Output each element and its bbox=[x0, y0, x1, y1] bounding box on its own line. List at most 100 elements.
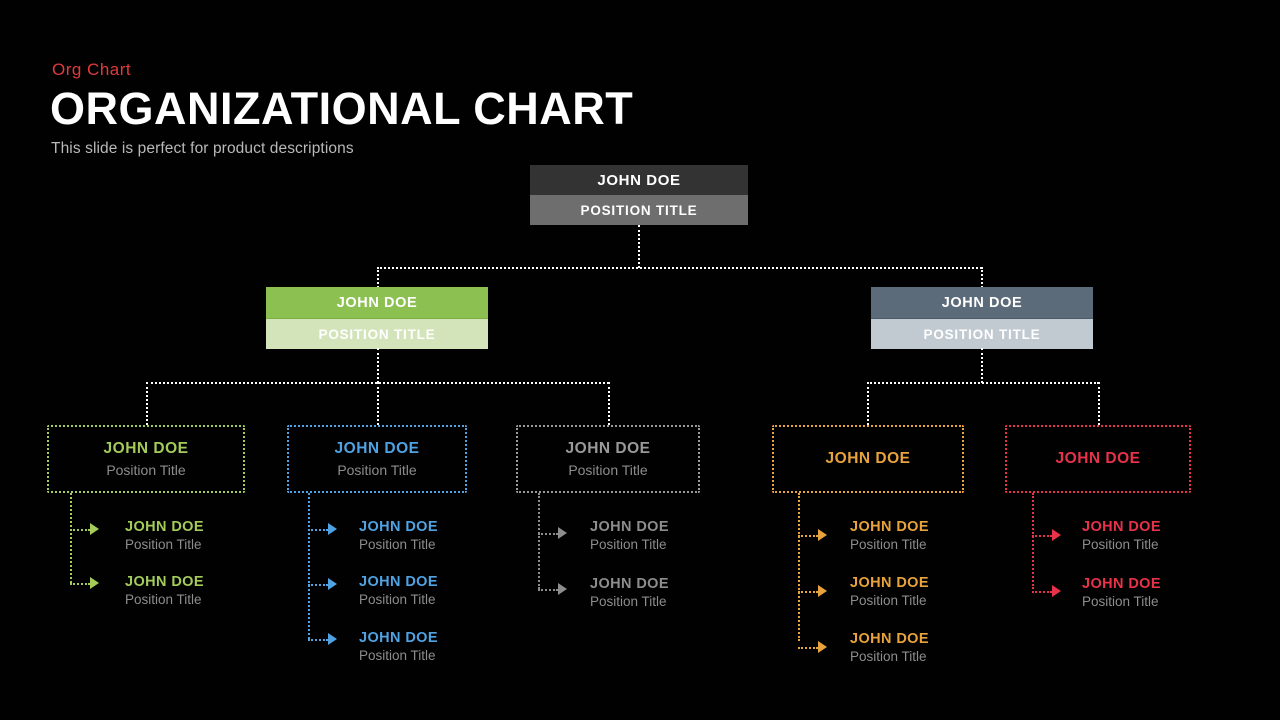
org-dept-green-position: Position Title bbox=[106, 462, 186, 479]
arrow-icon-orange-1 bbox=[818, 529, 827, 541]
org-leaf-orange-1-name: JOHN DOE bbox=[850, 519, 929, 535]
org-dept-gray[interactable]: JOHN DOE Position Title bbox=[516, 425, 700, 493]
connector-green-to-dept-blue bbox=[377, 382, 379, 425]
org-leaf-blue-1-name: JOHN DOE bbox=[359, 519, 438, 535]
org-leaf-blue-1[interactable]: JOHN DOE Position Title bbox=[359, 519, 438, 554]
org-dept-red-name: JOHN DOE bbox=[1055, 450, 1141, 468]
org-node-green-position: POSITION TITLE bbox=[266, 319, 488, 349]
org-leaf-orange-1[interactable]: JOHN DOE Position Title bbox=[850, 519, 929, 554]
org-node-green-name: JOHN DOE bbox=[266, 287, 488, 319]
org-leaf-gray-1[interactable]: JOHN DOE Position Title bbox=[590, 519, 669, 554]
org-dept-green-name: JOHN DOE bbox=[103, 439, 189, 457]
connector-level2-bus bbox=[377, 267, 982, 269]
connector-dept-red-branch-1 bbox=[1032, 535, 1052, 537]
arrow-icon-green-1 bbox=[90, 523, 99, 535]
org-leaf-gray-2[interactable]: JOHN DOE Position Title bbox=[590, 576, 669, 611]
connector-slate-to-dept-orange bbox=[867, 382, 869, 425]
org-leaf-red-1-position: Position Title bbox=[1082, 537, 1159, 553]
slide-canvas: Org Chart ORGANIZATIONAL CHART This slid… bbox=[0, 0, 1280, 720]
slide-kicker: Org Chart bbox=[52, 60, 132, 79]
org-leaf-gray-2-position: Position Title bbox=[590, 594, 667, 610]
org-dept-blue-position: Position Title bbox=[337, 462, 417, 479]
connector-root-stem bbox=[638, 225, 640, 268]
org-leaf-green-2[interactable]: JOHN DOE Position Title bbox=[125, 574, 204, 609]
org-leaf-red-2-name: JOHN DOE bbox=[1082, 576, 1161, 592]
arrow-icon-orange-2 bbox=[818, 585, 827, 597]
connector-dept-blue-branch-2 bbox=[308, 584, 328, 586]
org-node-slate-name: JOHN DOE bbox=[871, 287, 1093, 319]
arrow-icon-orange-3 bbox=[818, 641, 827, 653]
org-leaf-orange-2-position: Position Title bbox=[850, 593, 927, 609]
org-dept-orange-name: JOHN DOE bbox=[825, 450, 911, 468]
connector-dept-orange-branch-1 bbox=[798, 535, 818, 537]
org-leaf-orange-3[interactable]: JOHN DOE Position Title bbox=[850, 631, 929, 666]
connector-dept-blue-branch-1 bbox=[308, 529, 328, 531]
connector-slate-bus bbox=[867, 382, 1099, 384]
org-node-root[interactable]: JOHN DOE POSITION TITLE bbox=[530, 165, 748, 225]
arrow-icon-blue-1 bbox=[328, 523, 337, 535]
org-leaf-orange-2[interactable]: JOHN DOE Position Title bbox=[850, 575, 929, 610]
connector-dept-gray-spine bbox=[538, 493, 540, 589]
arrow-icon-blue-3 bbox=[328, 633, 337, 645]
org-dept-blue[interactable]: JOHN DOE Position Title bbox=[287, 425, 467, 493]
org-leaf-gray-1-position: Position Title bbox=[590, 537, 667, 553]
org-leaf-blue-3[interactable]: JOHN DOE Position Title bbox=[359, 630, 438, 665]
arrow-icon-gray-1 bbox=[558, 527, 567, 539]
org-leaf-orange-2-name: JOHN DOE bbox=[850, 575, 929, 591]
org-leaf-blue-2-position: Position Title bbox=[359, 592, 436, 608]
org-leaf-green-1[interactable]: JOHN DOE Position Title bbox=[125, 519, 204, 554]
org-leaf-red-2[interactable]: JOHN DOE Position Title bbox=[1082, 576, 1161, 611]
connector-slate-to-dept-red bbox=[1098, 382, 1100, 425]
org-leaf-red-1[interactable]: JOHN DOE Position Title bbox=[1082, 519, 1161, 554]
org-leaf-orange-3-position: Position Title bbox=[850, 649, 927, 665]
connector-dept-orange-branch-2 bbox=[798, 591, 818, 593]
org-leaf-orange-1-position: Position Title bbox=[850, 537, 927, 553]
connector-green-stem bbox=[377, 348, 379, 383]
connector-green-to-dept-green bbox=[146, 382, 148, 425]
arrow-icon-gray-2 bbox=[558, 583, 567, 595]
org-node-green[interactable]: JOHN DOE POSITION TITLE bbox=[266, 287, 488, 349]
org-leaf-green-2-position: Position Title bbox=[125, 592, 202, 608]
org-node-slate[interactable]: JOHN DOE POSITION TITLE bbox=[871, 287, 1093, 349]
org-dept-gray-name: JOHN DOE bbox=[565, 439, 651, 457]
connector-dept-gray-branch-1 bbox=[538, 533, 558, 535]
connector-to-slate bbox=[981, 267, 983, 288]
connector-dept-red-branch-2 bbox=[1032, 591, 1052, 593]
connector-dept-orange-spine bbox=[798, 493, 800, 641]
arrow-icon-red-2 bbox=[1052, 585, 1061, 597]
org-leaf-gray-1-name: JOHN DOE bbox=[590, 519, 669, 535]
org-leaf-blue-3-position: Position Title bbox=[359, 648, 436, 664]
connector-dept-green-spine bbox=[70, 493, 72, 583]
org-leaf-red-2-position: Position Title bbox=[1082, 594, 1159, 610]
org-node-root-name: JOHN DOE bbox=[530, 165, 748, 195]
org-leaf-green-1-position: Position Title bbox=[125, 537, 202, 553]
connector-dept-red-spine bbox=[1032, 493, 1034, 589]
org-dept-green[interactable]: JOHN DOE Position Title bbox=[47, 425, 245, 493]
connector-dept-orange-branch-3 bbox=[798, 647, 818, 649]
org-leaf-blue-3-name: JOHN DOE bbox=[359, 630, 438, 646]
connector-dept-blue-spine bbox=[308, 493, 310, 639]
org-leaf-green-2-name: JOHN DOE bbox=[125, 574, 204, 590]
connector-dept-blue-branch-3 bbox=[308, 639, 328, 641]
arrow-icon-blue-2 bbox=[328, 578, 337, 590]
arrow-icon-green-2 bbox=[90, 577, 99, 589]
org-node-root-position: POSITION TITLE bbox=[530, 195, 748, 225]
connector-to-green bbox=[377, 267, 379, 288]
org-dept-blue-name: JOHN DOE bbox=[334, 439, 420, 457]
page-title: ORGANIZATIONAL CHART bbox=[50, 83, 634, 134]
connector-dept-gray-branch-2 bbox=[538, 589, 558, 591]
org-leaf-blue-1-position: Position Title bbox=[359, 537, 436, 553]
connector-green-to-dept-gray bbox=[608, 382, 610, 425]
connector-dept-green-branch-1 bbox=[70, 529, 90, 531]
org-leaf-blue-2[interactable]: JOHN DOE Position Title bbox=[359, 574, 438, 609]
org-dept-red[interactable]: JOHN DOE bbox=[1005, 425, 1191, 493]
connector-slate-stem bbox=[981, 348, 983, 383]
org-node-slate-position: POSITION TITLE bbox=[871, 319, 1093, 349]
org-dept-gray-position: Position Title bbox=[568, 462, 648, 479]
org-dept-orange[interactable]: JOHN DOE bbox=[772, 425, 964, 493]
org-leaf-blue-2-name: JOHN DOE bbox=[359, 574, 438, 590]
org-leaf-orange-3-name: JOHN DOE bbox=[850, 631, 929, 647]
arrow-icon-red-1 bbox=[1052, 529, 1061, 541]
slide-subtitle: This slide is perfect for product descri… bbox=[51, 140, 354, 157]
org-leaf-red-1-name: JOHN DOE bbox=[1082, 519, 1161, 535]
